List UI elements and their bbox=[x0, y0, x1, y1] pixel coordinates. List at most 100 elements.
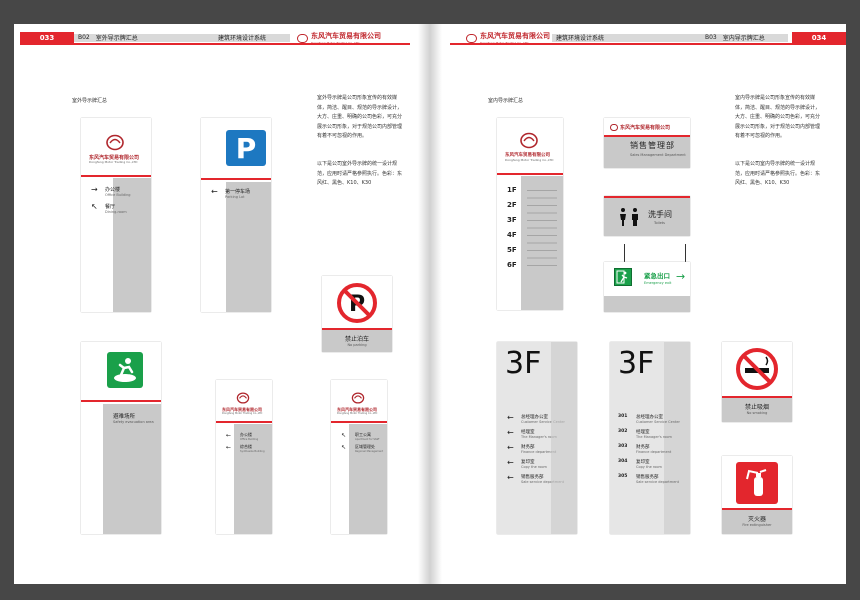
section-title: 室外导示牌汇总 bbox=[95, 35, 138, 42]
exit-running-man-icon bbox=[614, 268, 632, 286]
sales-dept-label-en: Sales Management Department bbox=[630, 153, 686, 157]
header-rule-left bbox=[20, 43, 410, 45]
dongfeng-logo-icon bbox=[297, 33, 308, 43]
sign-red-rule bbox=[81, 175, 151, 177]
sign-office-synthesize: 东风汽车贸易有限公司 Dongfeng Motor Trading Co.,LT… bbox=[216, 380, 272, 534]
sign-sales-department: 东风汽车贸易有限公司 销售管理部 Sales Management Depart… bbox=[604, 118, 690, 168]
sign-parking-lot: P ← 第一停车场 Parking Lot bbox=[201, 118, 271, 312]
dongfeng-logo-icon bbox=[351, 392, 365, 404]
row-label: 职工公寓 bbox=[355, 432, 371, 437]
arrow-right-icon: → bbox=[676, 270, 686, 283]
row-label-en: Regional Management bbox=[355, 450, 384, 453]
no-smoking-label: 禁止吸烟 bbox=[744, 404, 769, 411]
system-title-left: 建筑环境设计系统 bbox=[218, 35, 267, 42]
arrow-up-left-icon: ↖ bbox=[91, 202, 98, 211]
extinguisher-label-en: Fire extinguisher bbox=[742, 523, 772, 527]
brochure-spread: 033 B02 室外导示牌汇总 建筑环境设计系统 东风汽车贸易有限公司 Dongf… bbox=[0, 0, 860, 600]
arrow-left-icon: ← bbox=[211, 187, 218, 196]
sign-row-office: ← 办公楼 Office Building bbox=[226, 432, 258, 441]
arrow-left-icon: ← bbox=[226, 432, 232, 439]
arrow-right-icon: → bbox=[91, 185, 98, 194]
sign-grey-panel bbox=[551, 342, 577, 534]
arrow-up-left-icon: ↖ bbox=[341, 432, 347, 439]
sign-apartment-management: 东风汽车贸易有限公司 Dongfeng Motor Trading Co.,LT… bbox=[331, 380, 387, 534]
dongfeng-logo-icon bbox=[236, 392, 250, 404]
evacuation-label-en: Safety evacuation area bbox=[113, 420, 154, 424]
hanging-wire bbox=[685, 244, 686, 264]
sign-row-apartment: ↖ 职工公寓 Apartment for Staff bbox=[341, 432, 379, 441]
dongfeng-logo-icon bbox=[466, 33, 477, 43]
floor-label: 3F bbox=[507, 216, 517, 224]
arrow-left-icon: ← bbox=[507, 428, 514, 437]
arrow-left-icon: ← bbox=[507, 473, 514, 482]
sign-row-office: → 办公楼 Office Building bbox=[91, 185, 131, 198]
fire-extinguisher-icon bbox=[736, 462, 778, 504]
sign-red-rule bbox=[216, 421, 272, 423]
description-paragraph-2: 以下是公司室外导示牌的统一设计规范，应用时请严格参照执行。色彩：东风红、黑色、K… bbox=[317, 161, 403, 186]
sign-company-en: Dongfeng Motor Trading Co.,LTD bbox=[505, 158, 554, 162]
sign-floor-directory: 东风汽车贸易有限公司 Dongfeng Motor Trading Co.,LT… bbox=[497, 118, 563, 310]
room-row: 301 总经理办公室 Customer Service Center bbox=[618, 414, 680, 424]
dongfeng-logo-icon bbox=[105, 134, 125, 151]
sign-red-rule bbox=[331, 421, 387, 423]
section-code: B03 bbox=[705, 34, 717, 41]
section-header-right: B03 室内导示牌汇总 bbox=[705, 32, 765, 43]
sign-row-dining: ↖ 餐厅 Dining-room bbox=[91, 202, 127, 215]
page-number-left: 033 bbox=[20, 32, 74, 43]
row-label: 综合楼 bbox=[240, 444, 252, 449]
room-row: 303 财务部 Finance department bbox=[618, 444, 672, 454]
no-parking-label: 禁止泊车 bbox=[344, 336, 369, 343]
arrow-left-icon: ← bbox=[507, 458, 514, 467]
floor-label: 2F bbox=[507, 201, 517, 209]
arrow-left-icon: ← bbox=[507, 443, 514, 452]
sign-company-en: Dongfeng Motor Trading Co.,LTD bbox=[222, 412, 263, 415]
sign-row-synthesize: ← 综合楼 Synthesize Building bbox=[226, 444, 265, 453]
room-row: 302 经理室 The Manager's room bbox=[618, 429, 672, 439]
directory-entries bbox=[527, 190, 557, 266]
system-title-right: 建筑环境设计系统 bbox=[556, 35, 605, 42]
parking-icon: P bbox=[226, 130, 266, 166]
sign-red-rule bbox=[201, 178, 271, 180]
toilets-label-en: Toilets bbox=[654, 221, 665, 225]
exit-label-en: Emergency exit bbox=[644, 281, 672, 285]
no-parking-icon: P bbox=[336, 282, 378, 324]
header-rule-right bbox=[450, 43, 846, 45]
arrow-left-icon: ← bbox=[226, 444, 232, 451]
dongfeng-logo-icon bbox=[610, 124, 618, 131]
sign-evacuation-area: 避难场所 Safety evacuation area bbox=[81, 342, 161, 534]
room-number: 305 bbox=[618, 474, 628, 479]
floor-label: 5F bbox=[507, 246, 517, 254]
page-gutter bbox=[418, 24, 442, 584]
section-code: B02 bbox=[78, 34, 90, 41]
sign-row-regional: ↖ 区域管理处 Regional Management bbox=[341, 444, 383, 453]
arrow-left-icon: ← bbox=[507, 413, 514, 422]
sign-fire-extinguisher: 灭火器 Fire extinguisher bbox=[722, 456, 792, 534]
no-smoking-label-en: No smoking bbox=[746, 411, 768, 415]
page-number-right: 034 bbox=[792, 32, 846, 43]
restroom-icon bbox=[618, 206, 640, 228]
row-label-en: Office Building bbox=[240, 438, 259, 441]
row-label-en: Dining-room bbox=[105, 210, 127, 214]
extinguisher-label: 灭火器 bbox=[747, 516, 766, 523]
row-label: 办公楼 bbox=[240, 432, 252, 437]
hanging-wire bbox=[624, 244, 625, 264]
section-header-left: B02 室外导示牌汇总 bbox=[78, 32, 138, 43]
section-title: 室内导示牌汇总 bbox=[722, 35, 765, 42]
sign-company-logo: 东风汽车贸易有限公司 bbox=[610, 124, 670, 131]
room-number: 304 bbox=[618, 459, 628, 464]
sign-floor-3f-directory: 3F ← 总经理办公室 Customer Service Center ← 经理室 Th… bbox=[497, 342, 577, 534]
floor-number: 3F bbox=[505, 346, 542, 381]
sign-no-parking: P 禁止泊车 No parking bbox=[322, 276, 392, 352]
exit-label: 紧急出口 bbox=[644, 272, 670, 280]
no-parking-label-en: No parking bbox=[347, 343, 367, 347]
sign-grey-panel bbox=[604, 296, 690, 312]
sign-grey-panel bbox=[113, 178, 151, 312]
no-smoking-icon bbox=[735, 347, 779, 391]
caption-right: 室内导示牌汇总 bbox=[488, 98, 524, 104]
row-label-en: Synthesize Building bbox=[240, 450, 265, 453]
sales-dept-label: 销售管理部 bbox=[630, 141, 675, 150]
logo-company: 东风汽车贸易有限公司 bbox=[480, 32, 550, 40]
evacuation-icon bbox=[107, 352, 143, 388]
sign-row-parking: ← 第一停车场 Parking Lot bbox=[211, 187, 250, 200]
description-paragraph-1: 室外导示牌是公司形象宣传的有效媒体，简洁、醒目、规范的导示牌设计，大方、庄重、明… bbox=[317, 95, 403, 139]
